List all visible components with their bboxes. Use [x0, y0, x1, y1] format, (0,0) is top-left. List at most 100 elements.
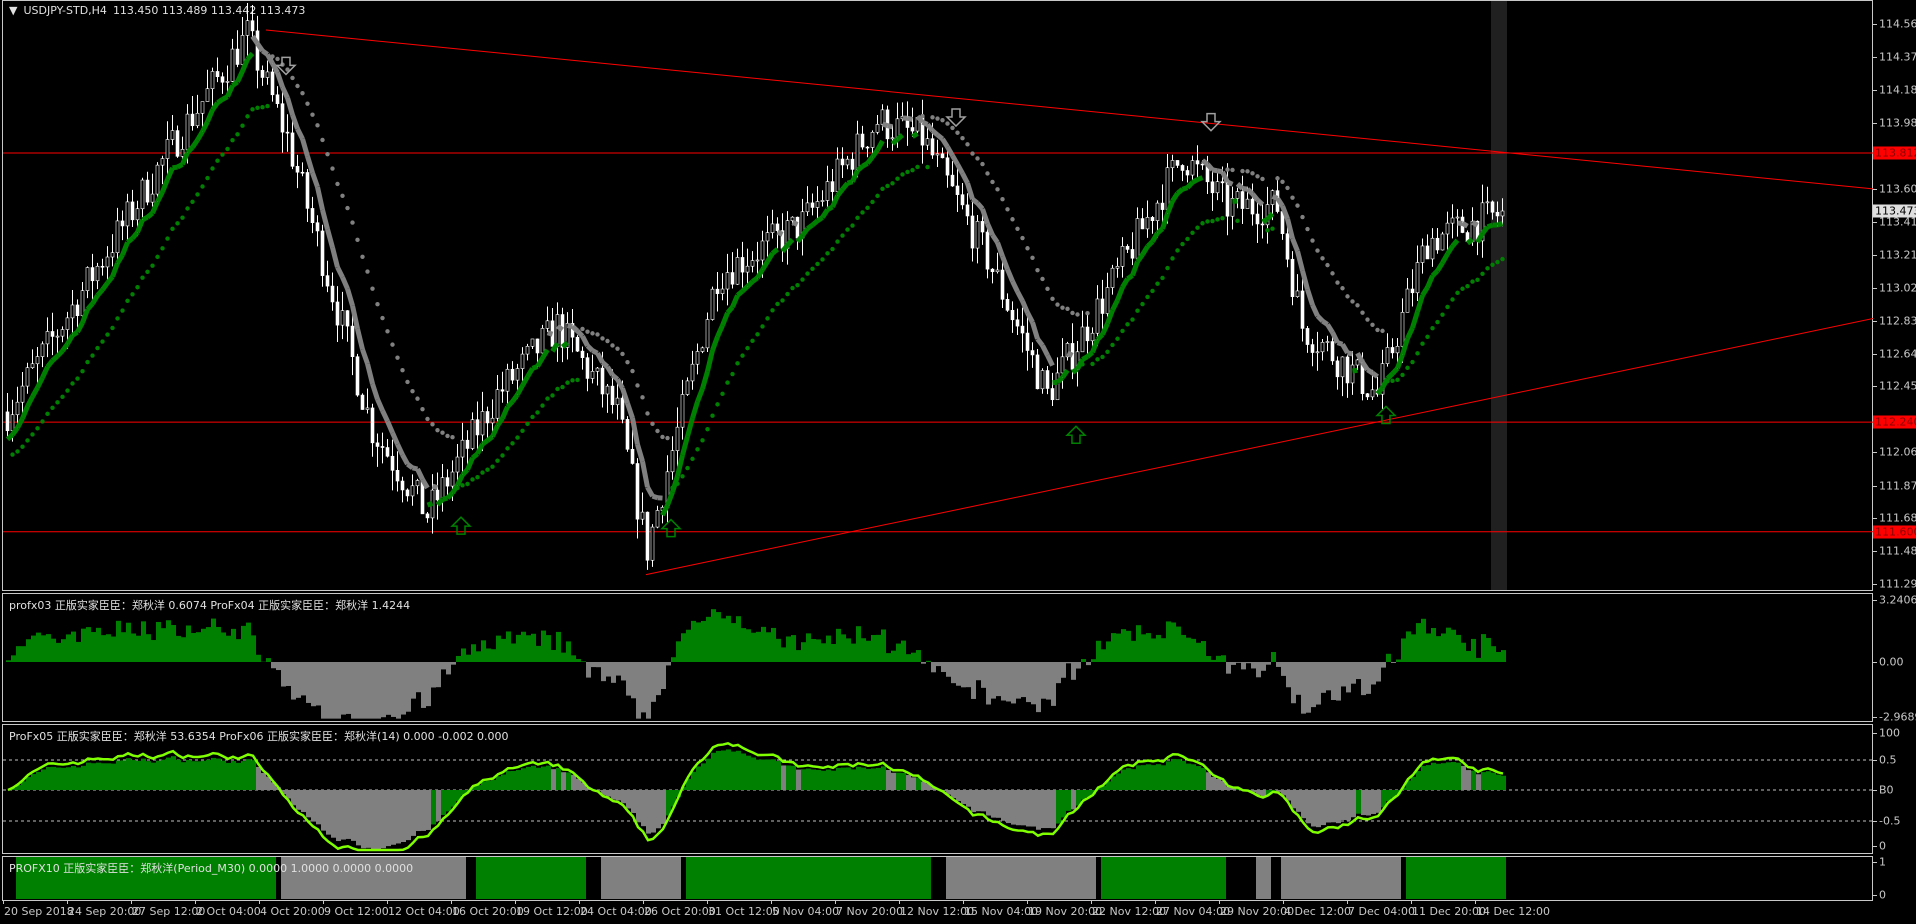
- histogram-bar: [891, 650, 896, 662]
- oscillator-bar: [776, 761, 781, 790]
- trailing-line-segment: [431, 483, 439, 490]
- histogram-bar: [186, 625, 191, 662]
- histogram-bar: [411, 662, 416, 699]
- candle-body: [815, 201, 820, 208]
- candle-body: [280, 103, 285, 133]
- trailing-dot: [1095, 357, 1100, 362]
- candle-body: [1365, 393, 1370, 398]
- candle-body: [755, 259, 760, 262]
- candle-body: [435, 489, 440, 501]
- time-tick: [643, 900, 644, 904]
- trailing-line-segment: [605, 365, 615, 377]
- histogram-bar: [271, 662, 276, 669]
- state-block: [631, 857, 636, 899]
- state-block: [1321, 857, 1326, 899]
- state-block: [776, 857, 781, 899]
- trailing-line-segment: [40, 365, 50, 379]
- candle-body: [1080, 326, 1085, 353]
- trailing-dot: [1215, 217, 1220, 222]
- oscillator-bar: [396, 790, 401, 844]
- oscillator-bar: [376, 790, 381, 850]
- trailing-dot: [1430, 326, 1435, 331]
- state-block: [1471, 857, 1476, 899]
- trailing-dot: [225, 146, 230, 152]
- trailing-line-segment: [855, 164, 865, 173]
- oscillator-bar: [1321, 790, 1326, 826]
- trailing-dot: [1045, 286, 1050, 292]
- trailing-line-segment: [990, 233, 1000, 244]
- candle-body: [1300, 290, 1305, 329]
- histogram-bar: [481, 640, 486, 662]
- trailing-line-segment: [60, 342, 70, 353]
- trailing-dot: [410, 388, 415, 394]
- time-label: 9 Oct 12:00: [324, 905, 389, 918]
- oscillator-bar: [761, 759, 766, 790]
- state-block: [1336, 857, 1341, 899]
- trailing-dot: [570, 378, 575, 383]
- oscillator-bar: [791, 765, 796, 790]
- candle-body: [1355, 359, 1360, 366]
- state-block: [1201, 857, 1206, 899]
- trailing-line-segment: [760, 260, 770, 272]
- time-tick: [899, 900, 900, 904]
- oscillator-bar: [1456, 762, 1461, 790]
- trailing-line-segment: [310, 171, 320, 188]
- axis-tick: [1873, 189, 1877, 191]
- trailing-line-segment: [1145, 239, 1155, 249]
- histogram-bar: [686, 629, 691, 662]
- oscillator-bar: [496, 776, 501, 790]
- oscillator-bar: [1141, 765, 1146, 790]
- oscillator-bar: [46, 766, 51, 790]
- trailing-dot: [1485, 266, 1490, 271]
- candle-body: [145, 179, 150, 203]
- trailing-line-segment: [470, 451, 480, 460]
- trailing-line-segment: [120, 241, 130, 256]
- oscillator-bar: [56, 767, 61, 790]
- oscillator-bar: [956, 790, 961, 802]
- oscillator-bar: [556, 767, 561, 790]
- state-block: [746, 857, 751, 899]
- histogram-bar: [181, 637, 186, 662]
- state-block: [1451, 857, 1456, 899]
- histogram-bar: [1496, 651, 1501, 662]
- trailing-line-segment: [135, 218, 145, 234]
- oscillator-bar: [511, 770, 516, 790]
- trailing-dot: [600, 336, 605, 341]
- oscillator-bar: [506, 771, 511, 790]
- price-axis[interactable]: 114.565114.370114.180113.985113.795113.6…: [1873, 0, 1916, 591]
- oscillator-bar: [846, 767, 851, 790]
- trailing-dot: [715, 402, 720, 407]
- trailing-line-segment: [850, 169, 860, 183]
- histogram-bar: [16, 646, 21, 662]
- candle-body: [1350, 364, 1355, 384]
- histogram-bar: [721, 618, 726, 662]
- trailing-dot: [220, 152, 225, 157]
- oscillator-bar: [1191, 764, 1196, 790]
- trailing-line-segment: [1015, 290, 1025, 303]
- candle-body: [820, 200, 825, 202]
- state-block: [1196, 857, 1201, 899]
- histogram-bar: [206, 627, 211, 662]
- oscillator-bar: [411, 790, 416, 836]
- trailing-dot: [755, 332, 760, 337]
- candle-body: [970, 215, 975, 249]
- histogram-bar: [1441, 633, 1446, 662]
- candle-body: [835, 158, 840, 192]
- candle-body: [725, 272, 730, 290]
- oscillator-bar: [741, 753, 746, 790]
- trailing-line-segment: [1115, 286, 1125, 302]
- trailing-line-segment: [100, 281, 110, 292]
- histogram-bar: [711, 609, 716, 662]
- trailing-line-segment: [1220, 170, 1230, 184]
- candle-body: [770, 223, 775, 233]
- state-block: [1026, 857, 1031, 899]
- trailing-dot: [645, 411, 650, 416]
- trailing-dot: [55, 400, 60, 405]
- trailing-dot: [800, 277, 805, 282]
- candle-body: [230, 48, 235, 82]
- trailing-line-segment: [141, 214, 149, 223]
- trailing-dot: [910, 167, 915, 173]
- oscillator-bar: [706, 758, 711, 790]
- candle-body: [400, 480, 405, 491]
- trailing-line-segment: [870, 148, 880, 159]
